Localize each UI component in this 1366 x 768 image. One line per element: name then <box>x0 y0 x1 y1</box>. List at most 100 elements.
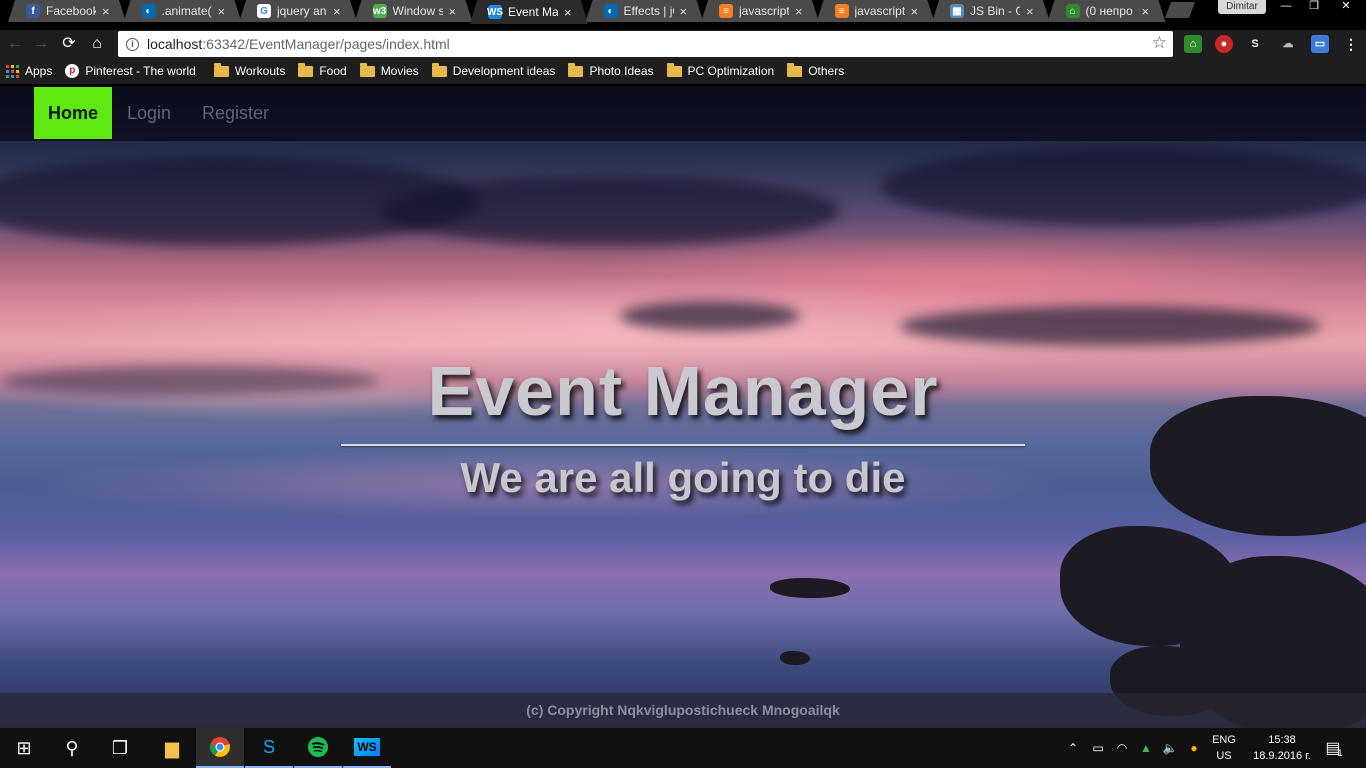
bookmark-label: Others <box>808 64 845 78</box>
hero-title: Event Manager <box>427 352 939 430</box>
folder-icon <box>787 62 803 77</box>
back-button[interactable]: ← <box>4 33 26 55</box>
volume-icon[interactable]: 🔈 <box>1160 728 1180 768</box>
google-drive-icon[interactable]: ▲ <box>1136 728 1156 768</box>
site-info-icon[interactable]: i <box>126 37 139 51</box>
address-bar[interactable]: i localhost:63342/EventManager/pages/ind… <box>118 31 1173 57</box>
close-tab-icon[interactable]: × <box>795 4 805 19</box>
show-hidden-icons-icon[interactable]: ⌃ <box>1064 728 1082 768</box>
webstorm-icon[interactable]: WS <box>343 728 391 768</box>
reload-button[interactable]: ⟳ <box>58 33 80 55</box>
restore-button[interactable]: ❐ <box>1300 0 1328 14</box>
folder-icon <box>359 62 375 77</box>
tab-strip: f Facebook × ◐ .animate() × Gjquery ani × w3 Wind… <box>0 0 1366 30</box>
extension-home-icon[interactable]: ⌂ <box>1184 35 1202 53</box>
search-icon[interactable]: ⚲ <box>48 728 96 768</box>
profile-button[interactable]: Dimitar <box>1218 0 1266 14</box>
extension-screen-icon[interactable]: ▭ <box>1311 35 1329 53</box>
clock-time: 15:38 <box>1268 734 1296 746</box>
chrome-icon[interactable] <box>196 728 244 768</box>
browser-tab[interactable]: Gjquery ani × <box>239 0 357 22</box>
extension-shield-icon[interactable]: ● <box>1215 35 1233 53</box>
close-tab-icon[interactable]: × <box>449 4 459 19</box>
browser-tab[interactable]: WS Event Ma × <box>470 0 588 24</box>
clock[interactable]: 15:38 18.9.2016 г. <box>1250 732 1314 764</box>
browser-tab[interactable]: ◐ Effects | jQ × <box>585 0 704 22</box>
tab-title: JS Bin - Co <box>970 4 1020 18</box>
tab-title: (0 непро <box>1085 4 1133 18</box>
folder-icon <box>298 62 314 77</box>
browser-tab[interactable]: ⌂ (0 непро × <box>1047 0 1166 22</box>
folder-icon <box>431 62 447 77</box>
notification-count: 1 <box>1337 748 1343 758</box>
bookmark-item[interactable]: Food <box>298 62 347 78</box>
language-indicator[interactable]: ENG US <box>1206 732 1242 764</box>
nav-register-link[interactable]: Register <box>188 87 283 139</box>
bookmark-label: Development ideas <box>452 64 556 78</box>
site-navbar: Home Login Register <box>0 86 1366 141</box>
skype-icon[interactable]: S <box>245 728 293 768</box>
bookmark-item[interactable]: p Pinterest - The world <box>65 64 196 78</box>
file-explorer-icon[interactable]: ▆ <box>148 728 196 768</box>
bookmark-item[interactable]: PC Optimization <box>666 62 775 78</box>
close-window-button[interactable]: ✕ <box>1332 0 1360 14</box>
clock-date: 18.9.2016 г. <box>1253 750 1311 762</box>
bookmark-star-icon[interactable]: ☆ <box>1152 33 1167 53</box>
start-icon[interactable]: ⊞ <box>0 728 48 768</box>
new-tab-button[interactable] <box>1165 2 1195 18</box>
home-button[interactable]: ⌂ <box>86 33 108 55</box>
bookmark-item[interactable]: Development ideas <box>431 62 556 78</box>
close-tab-icon[interactable]: × <box>333 4 343 19</box>
hero-divider <box>341 444 1025 446</box>
spotify-logo-icon <box>308 737 328 757</box>
weather-icon[interactable]: ● <box>1184 728 1204 768</box>
browser-tab[interactable]: ≡ javascript × <box>701 0 819 22</box>
task-view-icon[interactable]: ❐ <box>96 728 144 768</box>
bookmark-item[interactable]: Apps <box>6 64 52 78</box>
close-tab-icon[interactable]: × <box>102 4 112 19</box>
nav-login-link[interactable]: Login <box>113 87 185 139</box>
bookmark-label: Movies <box>380 64 419 78</box>
tab-title: jquery ani <box>277 4 327 18</box>
forward-button[interactable]: → <box>30 33 52 55</box>
stackoverflow-icon: ≡ <box>719 4 733 18</box>
minimize-button[interactable]: — <box>1272 0 1300 14</box>
wifi-icon[interactable]: ◠ <box>1112 728 1132 768</box>
close-tab-icon[interactable]: × <box>218 4 228 19</box>
bookmark-label: Photo Ideas <box>589 64 654 78</box>
chrome-logo-icon <box>210 737 230 757</box>
facebook-icon: f <box>26 4 40 18</box>
hero-subtitle: We are all going to die <box>460 454 906 501</box>
browser-tab[interactable]: ◐ .animate() × <box>123 0 242 22</box>
bookmark-item[interactable]: Others <box>787 62 845 78</box>
tab-title: .animate() <box>161 4 212 18</box>
google-icon: G <box>257 4 271 18</box>
close-tab-icon[interactable]: × <box>911 4 921 19</box>
stackoverflow-icon: ≡ <box>834 4 849 18</box>
web-page: Home Login Register Event Manager We are… <box>0 86 1366 728</box>
menu-icon[interactable]: ⋮ <box>1342 35 1360 53</box>
bookmark-item[interactable]: Photo Ideas <box>568 62 654 78</box>
jsbin-icon: ▦ <box>950 4 964 18</box>
browser-tab[interactable]: f Facebook × <box>8 0 126 22</box>
bookmark-label: PC Optimization <box>687 64 775 78</box>
battery-icon[interactable]: ▭ <box>1088 728 1108 768</box>
action-center-icon[interactable]: ▤ 1 <box>1322 728 1346 768</box>
close-tab-icon[interactable]: × <box>680 4 690 19</box>
close-tab-icon[interactable]: × <box>1026 4 1036 19</box>
browser-tab[interactable]: ≡ javascript × <box>816 0 935 22</box>
extension-cloud-icon[interactable]: ☁ <box>1279 35 1297 53</box>
tab-title: Event Ma <box>508 5 558 19</box>
nav-home-link[interactable]: Home <box>34 87 113 139</box>
bookmark-item[interactable]: Movies <box>359 62 419 78</box>
webstorm-icon: WS <box>486 5 504 19</box>
bookmark-item[interactable]: Workouts <box>213 62 285 78</box>
browser-tab[interactable]: w3 Window s × <box>354 0 473 22</box>
rock-shape <box>780 651 810 665</box>
spotify-icon[interactable] <box>294 728 342 768</box>
close-tab-icon[interactable]: × <box>1142 4 1152 19</box>
close-tab-icon[interactable]: × <box>564 5 574 20</box>
w3schools-icon: w3 <box>372 4 387 18</box>
extension-s-icon[interactable]: S <box>1246 35 1264 53</box>
browser-tab[interactable]: ▦ JS Bin - Co × <box>932 0 1050 22</box>
